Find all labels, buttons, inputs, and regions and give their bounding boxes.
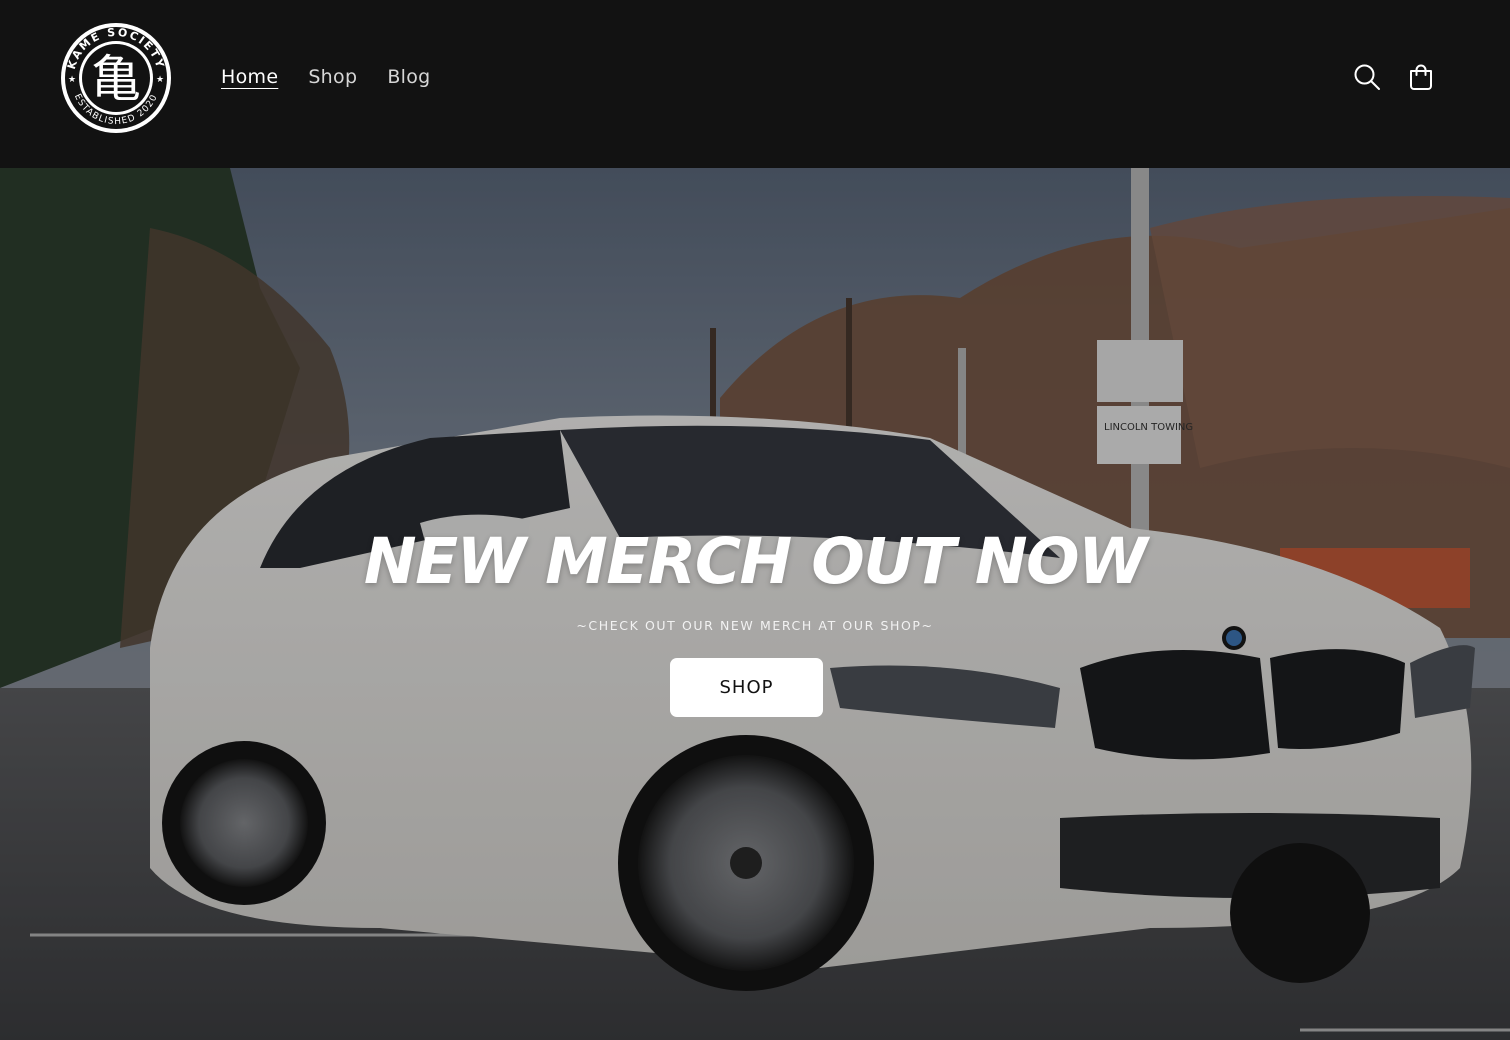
- svg-text:★: ★: [156, 75, 164, 85]
- shop-button[interactable]: SHOP: [670, 658, 823, 717]
- search-icon: [1354, 64, 1380, 90]
- hero-banner: LINCOLN TOWING NEW MERCH OUT NOW ~CHECK …: [0, 168, 1510, 1040]
- kame-society-logo[interactable]: KAME SOCIETY ESTABLISHED 2020 ★ ★ 亀: [58, 20, 174, 136]
- hero-dim-overlay: [0, 168, 1510, 1040]
- logo-seal-icon: KAME SOCIETY ESTABLISHED 2020 ★ ★ 亀: [61, 23, 171, 133]
- svg-text:★: ★: [68, 75, 76, 85]
- search-button[interactable]: [1348, 58, 1386, 96]
- nav-home-link[interactable]: Home: [221, 62, 278, 92]
- hero-heading: NEW MERCH OUT NOW: [363, 525, 1148, 598]
- nav-shop-link[interactable]: Shop: [308, 62, 357, 92]
- cart-icon: [1410, 64, 1432, 90]
- main-nav: Home Shop Blog: [221, 62, 431, 92]
- cart-button[interactable]: [1402, 58, 1440, 96]
- logo-kanji: 亀: [91, 50, 141, 108]
- nav-blog-link[interactable]: Blog: [387, 62, 430, 92]
- site-header: KAME SOCIETY ESTABLISHED 2020 ★ ★ 亀 Home…: [0, 0, 1510, 168]
- hero-subheading: ~CHECK OUT OUR NEW MERCH AT OUR SHOP~: [576, 618, 934, 633]
